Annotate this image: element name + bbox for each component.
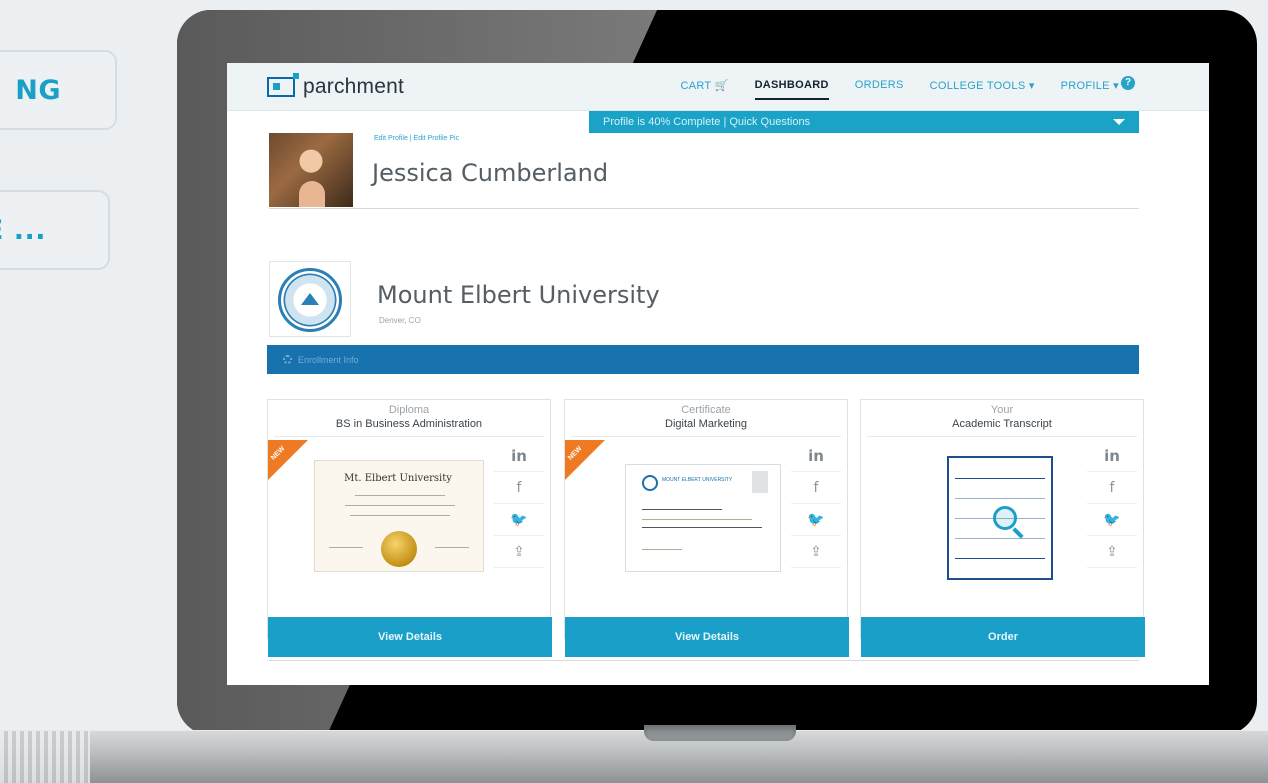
share-column: in f 🐦 ⇪	[494, 440, 544, 568]
profile-edit-links[interactable]: Edit Profile | Edit Profile Pic	[374, 135, 459, 142]
card-type: Your	[990, 404, 1014, 416]
nav-cart[interactable]: CART 🛒	[680, 79, 728, 100]
divider	[269, 660, 1139, 661]
nav-profile-label: PROFILE	[1060, 80, 1110, 92]
enrollment-info-label: Enrollment Info	[298, 354, 359, 365]
side-pill-label: E ...	[0, 214, 46, 246]
signature-line	[435, 547, 469, 548]
text-line	[642, 509, 722, 510]
text-line	[642, 527, 762, 528]
card-divider	[571, 436, 841, 437]
card-divider	[867, 436, 1137, 437]
main-nav: CART 🛒 DASHBOARD ORDERS COLLEGE TOOLS ▾ …	[680, 79, 1119, 100]
transcript-thumbnail[interactable]	[947, 456, 1053, 580]
parchment-logo[interactable]: parchment	[267, 73, 405, 99]
nav-orders[interactable]: ORDERS	[855, 79, 904, 100]
facebook-icon[interactable]: f	[791, 472, 841, 504]
institution-name: Mount Elbert University	[377, 281, 660, 309]
text-line	[355, 495, 445, 496]
nav-college-tools[interactable]: COLLEGE TOOLS ▾	[930, 79, 1035, 100]
logo-text: parchment	[303, 75, 405, 98]
divider	[269, 208, 1139, 209]
facebook-icon[interactable]: f	[1087, 472, 1137, 504]
cart-icon: 🛒	[714, 80, 729, 92]
table-line	[955, 558, 1045, 559]
certificate-thumbnail[interactable]: MOUNT ELBERT UNIVERSITY	[625, 464, 781, 572]
base-texture	[0, 731, 90, 783]
profile-name: Jessica Cumberland	[372, 159, 609, 187]
badge-icon	[752, 471, 768, 493]
text-line	[345, 505, 455, 506]
logo-icon	[267, 73, 299, 97]
side-pill-label: NG	[15, 74, 61, 106]
laptop-base	[0, 730, 1268, 783]
linkedin-icon[interactable]: in	[1087, 440, 1137, 472]
nav-college-tools-label: COLLEGE TOOLS	[929, 80, 1026, 92]
card-title: BS in Business Administration	[335, 418, 483, 430]
side-pill-bottom: E ...	[0, 190, 110, 270]
nav-cart-label: CART	[680, 80, 712, 92]
institution-location: Denver, CO	[379, 316, 421, 325]
avatar[interactable]	[269, 133, 353, 207]
profile-progress-banner[interactable]: Profile is 40% Complete | Quick Question…	[589, 111, 1139, 133]
laptop-notch	[644, 725, 796, 741]
facebook-icon[interactable]: f	[494, 472, 544, 504]
signature-line	[329, 547, 363, 548]
progress-text: Profile is 40% Complete | Quick Question…	[603, 116, 811, 128]
university-seal	[269, 261, 351, 337]
gear-icon	[283, 355, 292, 364]
signature-line	[642, 549, 682, 550]
order-button[interactable]: Order	[861, 617, 1145, 657]
enrollment-info-bar[interactable]: Enrollment Info	[267, 345, 1139, 374]
card-title: Digital Marketing	[665, 418, 747, 430]
diploma-heading: Mt. Elbert University	[344, 473, 452, 484]
view-details-button[interactable]: View Details	[565, 617, 849, 657]
twitter-icon[interactable]: 🐦	[494, 504, 544, 536]
university-logo-icon	[642, 475, 658, 491]
share-column: in f 🐦 ⇪	[1087, 440, 1137, 568]
share-column: in f 🐦 ⇪	[791, 440, 841, 568]
caret-down-icon[interactable]	[1113, 119, 1125, 125]
table-line	[955, 498, 1045, 499]
side-pill-top: NG	[0, 50, 117, 130]
gold-seal-icon	[381, 531, 417, 567]
magnifier-icon	[993, 506, 1017, 530]
diploma-thumbnail[interactable]: Mt. Elbert University	[314, 460, 484, 572]
linkedin-icon[interactable]: in	[494, 440, 544, 472]
twitter-icon[interactable]: 🐦	[791, 504, 841, 536]
nav-dashboard[interactable]: DASHBOARD	[755, 79, 829, 100]
credential-card-certificate: Certificate Digital Marketing NEW MOUNT …	[564, 399, 849, 657]
card-title: Academic Transcript	[952, 418, 1052, 430]
share-icon[interactable]: ⇪	[494, 536, 544, 568]
credential-card-diploma: Diploma BS in Business Administration NE…	[267, 399, 552, 657]
text-line	[642, 519, 752, 520]
help-icon[interactable]: ?	[1121, 76, 1135, 90]
app-screen: parchment CART 🛒 DASHBOARD ORDERS COLLEG…	[227, 63, 1209, 685]
card-divider	[274, 436, 544, 437]
text-line	[350, 515, 450, 516]
certificate-heading: MOUNT ELBERT UNIVERSITY	[662, 477, 733, 483]
chevron-down-icon: ▾	[1113, 80, 1119, 92]
linkedin-icon[interactable]: in	[791, 440, 841, 472]
chevron-down-icon: ▾	[1028, 80, 1035, 92]
table-line	[955, 478, 1045, 479]
card-type: Diploma	[388, 404, 430, 416]
nav-profile[interactable]: PROFILE ▾	[1061, 79, 1119, 100]
share-icon[interactable]: ⇪	[791, 536, 841, 568]
seal-icon	[278, 268, 342, 332]
view-details-button[interactable]: View Details	[268, 617, 552, 657]
app-header: parchment CART 🛒 DASHBOARD ORDERS COLLEG…	[227, 63, 1209, 111]
table-line	[955, 538, 1045, 539]
credential-card-transcript: Your Academic Transcript in f 🐦 ⇪ Order	[860, 399, 1145, 657]
share-icon[interactable]: ⇪	[1087, 536, 1137, 568]
card-type: Certificate	[681, 404, 731, 416]
twitter-icon[interactable]: 🐦	[1087, 504, 1137, 536]
